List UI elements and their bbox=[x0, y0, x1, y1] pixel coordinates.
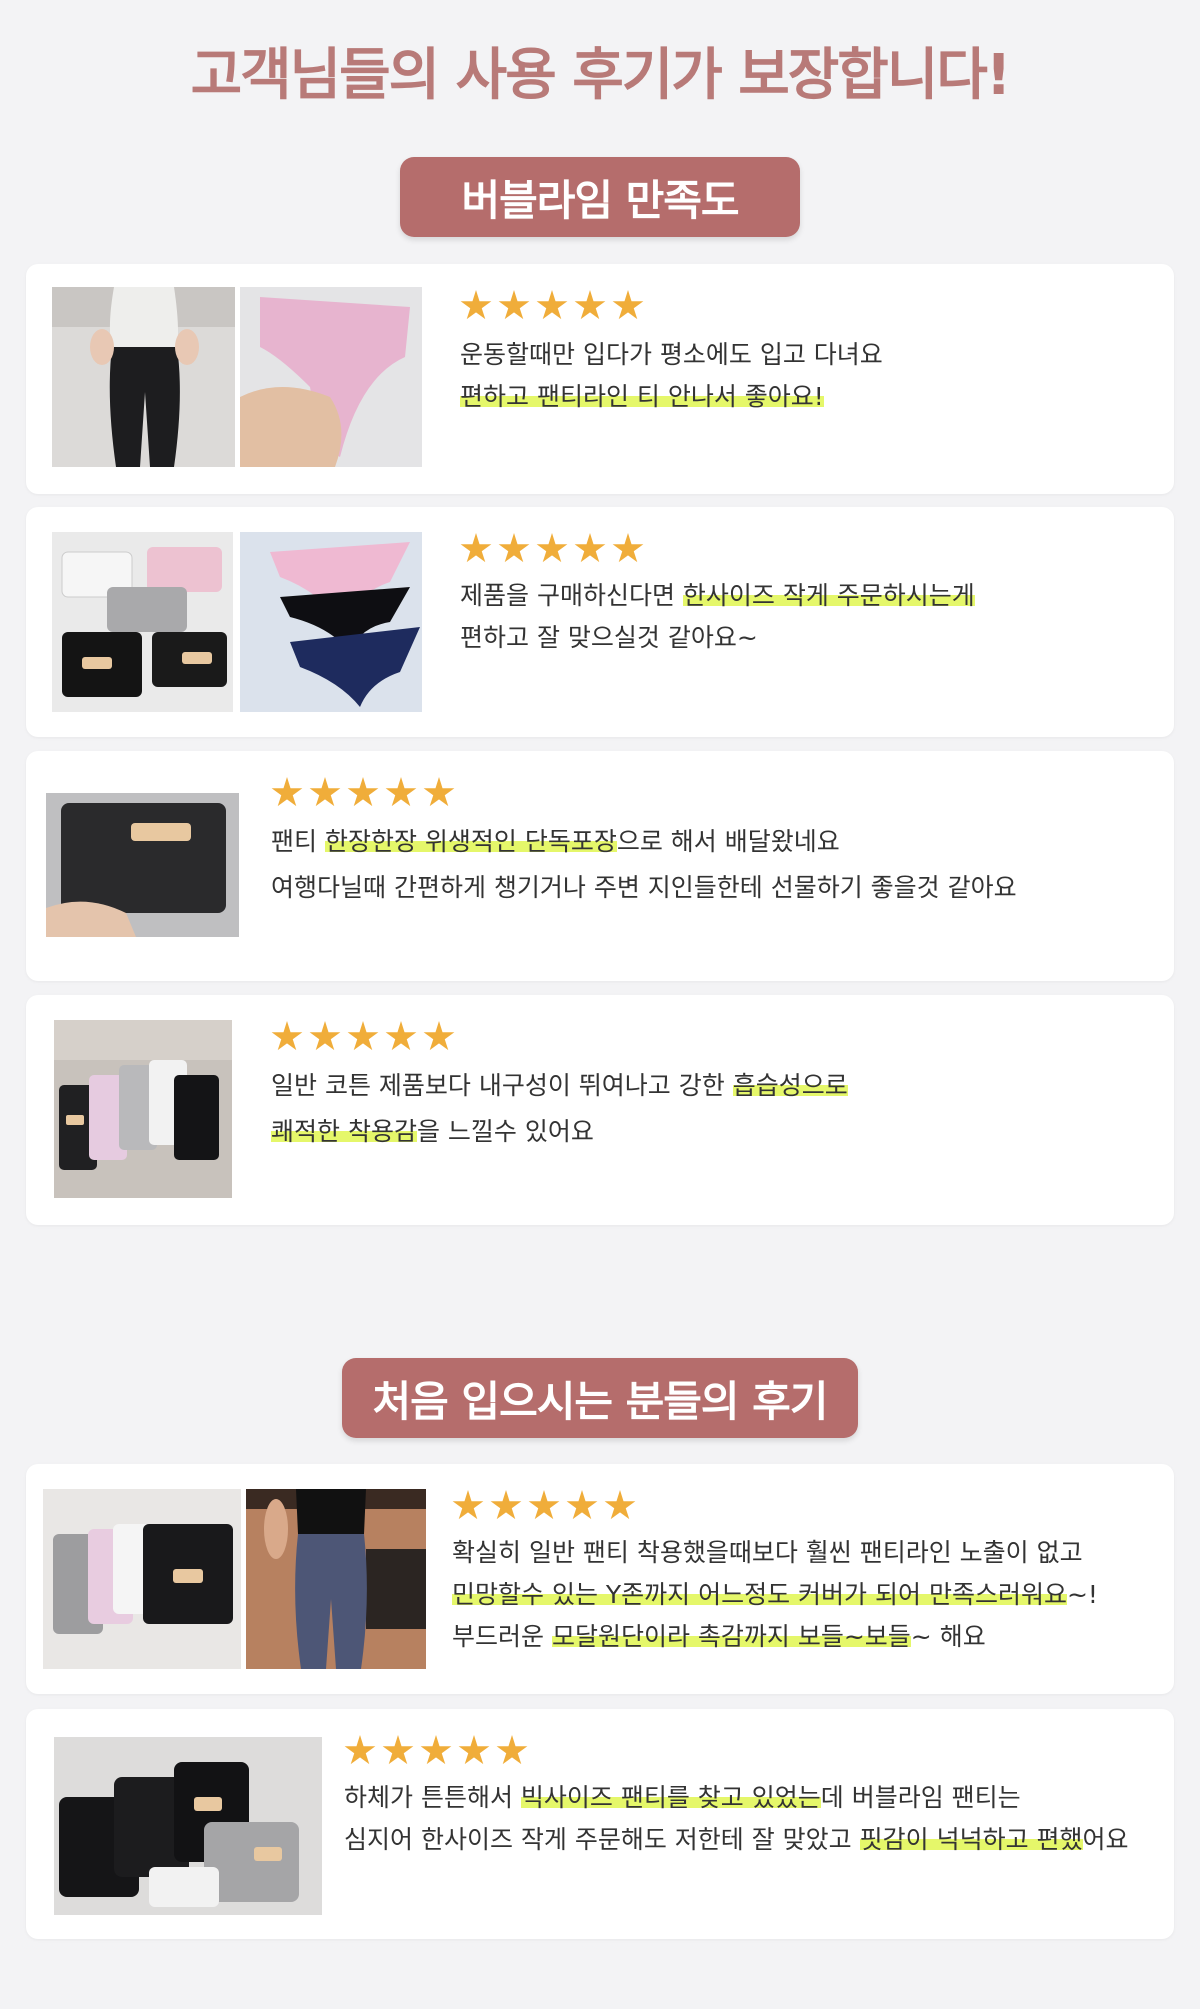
star-icon bbox=[423, 777, 455, 807]
review-segment: 제품을 구매하신다면 bbox=[460, 581, 683, 610]
packages-on-floor-photo bbox=[54, 1020, 232, 1198]
pink-panty-in-hand-photo bbox=[240, 287, 422, 467]
star-icon bbox=[536, 290, 568, 320]
star-icon bbox=[309, 1021, 341, 1051]
review-line: 쾌적한 착용감을 느낄수 있어요 bbox=[271, 1109, 848, 1155]
model-gym-leggings-photo bbox=[246, 1489, 426, 1669]
star-icon bbox=[498, 290, 530, 320]
star-icon bbox=[460, 290, 492, 320]
review-text: 확실히 일반 팬티 착용했을때보다 훨씬 팬티라인 노출이 없고민망할수 있는 … bbox=[452, 1532, 1098, 1658]
review-segment: 으로 해서 배달왔네요 bbox=[616, 827, 840, 856]
review-segment: 부드러운 bbox=[452, 1622, 552, 1651]
star-icon bbox=[382, 1735, 414, 1765]
review-line: 확실히 일반 팬티 착용했을때보다 훨씬 팬티라인 노출이 없고 bbox=[452, 1532, 1098, 1574]
review-text: 팬티 한장한장 위생적인 단독포장으로 해서 배달왔네요여행다닐때 간편하게 챙… bbox=[271, 819, 1017, 911]
review-line: 여행다닐때 간편하게 챙기거나 주변 지인들한테 선물하기 좋을것 같아요 bbox=[271, 865, 1017, 911]
star-icon bbox=[420, 1735, 452, 1765]
review-line: 편하고 팬티라인 티 안나서 좋아요! bbox=[460, 376, 883, 418]
highlighted-text: 쾌적한 착용감 bbox=[271, 1117, 417, 1146]
section-badge-satisfaction: 버블라임 만족도 bbox=[400, 157, 800, 237]
review-line: 부드러운 모달원단이라 촉감까지 보들~보들~ 해요 bbox=[452, 1616, 1098, 1658]
review-card: 제품을 구매하신다면 한사이즈 작게 주문하시는게편하고 잘 맞으실것 같아요~ bbox=[26, 507, 1174, 737]
star-icon bbox=[574, 290, 606, 320]
star-icon bbox=[385, 1021, 417, 1051]
highlighted-text: 모달원단이라 촉감까지 보들~보들 bbox=[551, 1622, 911, 1651]
page-title: 고객님들의 사용 후기가 보장합니다! bbox=[190, 43, 1012, 108]
model-leggings-back-photo bbox=[52, 287, 235, 467]
review-line: 팬티 한장한장 위생적인 단독포장으로 해서 배달왔네요 bbox=[271, 819, 1017, 865]
star-icon bbox=[458, 1735, 490, 1765]
highlighted-text: 한장한장 위생적인 단독포장 bbox=[324, 827, 617, 856]
star-icon bbox=[460, 533, 492, 563]
rating-stars bbox=[344, 1735, 528, 1767]
review-segment: 데 버블라임 팬티는 bbox=[820, 1783, 1021, 1812]
star-icon bbox=[344, 1735, 376, 1765]
review-segment: 운동할때만 입다가 평소에도 입고 다녀요 bbox=[460, 340, 883, 369]
star-icon bbox=[574, 533, 606, 563]
highlighted-text: 핏감이 넉넉하고 편했 bbox=[859, 1825, 1083, 1854]
review-card: 일반 코튼 제품보다 내구성이 뛰여나고 강한 흡습성으로 쾌적한 착용감을 느낄… bbox=[26, 995, 1174, 1225]
review-segment: 을 느낄수 있어요 bbox=[416, 1117, 594, 1146]
star-icon bbox=[385, 777, 417, 807]
star-icon bbox=[536, 533, 568, 563]
review-text: 하체가 튼튼해서 빅사이즈 팬티를 찾고 있었는데 버블라임 팬티는 심지어 한사… bbox=[344, 1777, 1129, 1861]
review-card: 팬티 한장한장 위생적인 단독포장으로 해서 배달왔네요여행다닐때 간편하게 챙… bbox=[26, 751, 1174, 981]
review-line: 제품을 구매하신다면 한사이즈 작게 주문하시는게 bbox=[460, 575, 975, 617]
review-line: 민망할수 있는 Y존까지 어느정도 커버가 되어 만족스러워요~! bbox=[452, 1574, 1098, 1616]
section-badge-first-time: 처음 입으시는 분들의 후기 bbox=[342, 1358, 858, 1438]
star-icon bbox=[423, 1021, 455, 1051]
star-icon bbox=[452, 1490, 484, 1520]
packages-on-table-photo bbox=[54, 1737, 322, 1915]
rating-stars bbox=[452, 1490, 636, 1522]
rating-stars bbox=[271, 1021, 455, 1053]
review-segment: ~! bbox=[1066, 1580, 1098, 1609]
star-icon bbox=[612, 290, 644, 320]
star-icon bbox=[496, 1735, 528, 1765]
star-icon bbox=[490, 1490, 522, 1520]
review-card: 확실히 일반 팬티 착용했을때보다 훨씬 팬티라인 노출이 없고민망할수 있는 … bbox=[26, 1464, 1174, 1694]
highlighted-text: 한사이즈 작게 주문하시는게 bbox=[682, 581, 975, 610]
review-segment: ~ 해요 bbox=[910, 1622, 986, 1651]
star-icon bbox=[271, 777, 303, 807]
highlighted-text: 흡습성으로 bbox=[732, 1071, 848, 1100]
review-text: 제품을 구매하신다면 한사이즈 작게 주문하시는게편하고 잘 맞으실것 같아요~ bbox=[460, 575, 975, 659]
rating-stars bbox=[460, 533, 644, 565]
review-segment: 일반 코튼 제품보다 내구성이 뛰여나고 강한 bbox=[271, 1071, 733, 1100]
highlighted-text: 민망할수 있는 Y존까지 어느정도 커버가 되어 만족스러워요 bbox=[452, 1580, 1067, 1609]
review-line: 운동할때만 입다가 평소에도 입고 다녀요 bbox=[460, 334, 883, 376]
rating-stars bbox=[460, 290, 644, 322]
packages-on-fabric-photo bbox=[43, 1489, 241, 1669]
star-icon bbox=[498, 533, 530, 563]
star-icon bbox=[347, 1021, 379, 1051]
star-icon bbox=[271, 1021, 303, 1051]
star-icon bbox=[566, 1490, 598, 1520]
review-text: 일반 코튼 제품보다 내구성이 뛰여나고 강한 흡습성으로 쾌적한 착용감을 느낄… bbox=[271, 1063, 848, 1155]
review-text: 운동할때만 입다가 평소에도 입고 다녀요편하고 팬티라인 티 안나서 좋아요! bbox=[460, 334, 883, 418]
review-line: 하체가 튼튼해서 빅사이즈 팬티를 찾고 있었는데 버블라임 팬티는 bbox=[344, 1777, 1129, 1819]
star-icon bbox=[309, 777, 341, 807]
highlighted-text: 편하고 팬티라인 티 안나서 좋아요! bbox=[460, 382, 824, 411]
review-segment: 팬티 bbox=[271, 827, 325, 856]
review-line: 심지어 한사이즈 작게 주문해도 저한테 잘 맞았고 핏감이 넉넉하고 편했어요 bbox=[344, 1819, 1129, 1861]
review-segment: 확실히 일반 팬티 착용했을때보다 훨씬 팬티라인 노출이 없고 bbox=[452, 1538, 1083, 1567]
review-segment: 여행다닐때 간편하게 챙기거나 주변 지인들한테 선물하기 좋을것 같아요 bbox=[271, 873, 1017, 902]
review-line: 편하고 잘 맞으실것 같아요~ bbox=[460, 617, 975, 659]
review-card: 하체가 튼튼해서 빅사이즈 팬티를 찾고 있었는데 버블라임 팬티는 심지어 한사… bbox=[26, 1709, 1174, 1939]
review-segment: 편하고 잘 맞으실것 같아요~ bbox=[460, 623, 758, 652]
panties-flatlay-photo bbox=[240, 532, 422, 712]
star-icon bbox=[528, 1490, 560, 1520]
star-icon bbox=[604, 1490, 636, 1520]
rating-stars bbox=[271, 777, 455, 809]
black-package-in-hand-photo bbox=[46, 793, 239, 937]
review-card: 운동할때만 입다가 평소에도 입고 다녀요편하고 팬티라인 티 안나서 좋아요! bbox=[26, 264, 1174, 494]
review-segment: 어요 bbox=[1082, 1825, 1129, 1854]
star-icon bbox=[612, 533, 644, 563]
highlighted-text: 빅사이즈 팬티를 찾고 있었는 bbox=[520, 1783, 821, 1812]
packaged-panties-set-photo bbox=[52, 532, 233, 712]
star-icon bbox=[347, 777, 379, 807]
review-segment: 하체가 튼튼해서 bbox=[344, 1783, 521, 1812]
review-segment: 심지어 한사이즈 작게 주문해도 저한테 잘 맞았고 bbox=[344, 1825, 860, 1854]
review-line: 일반 코튼 제품보다 내구성이 뛰여나고 강한 흡습성으로 bbox=[271, 1063, 848, 1109]
